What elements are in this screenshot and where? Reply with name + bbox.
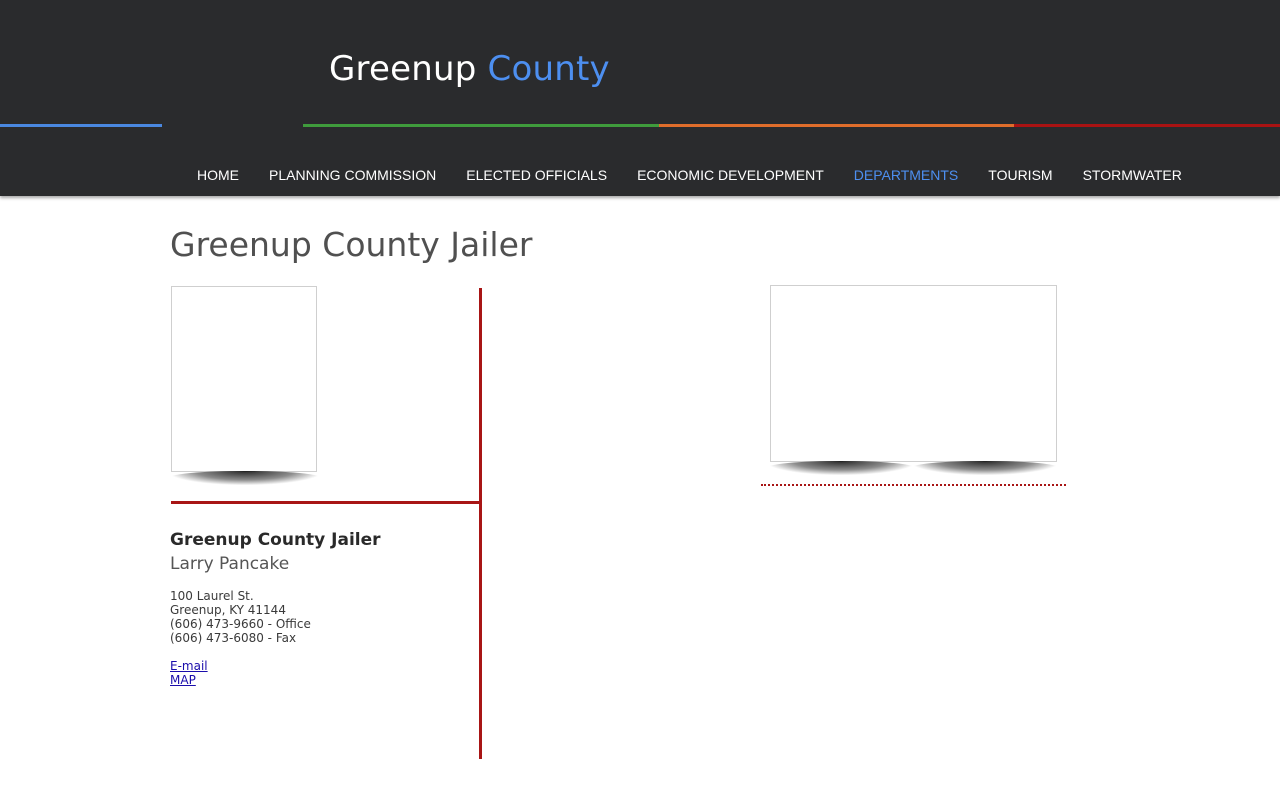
office-photo-shadow-left [766,461,916,475]
header-stripe-orange [659,124,1014,127]
page-title: Greenup County Jailer [170,225,533,264]
nav-item-economic-development[interactable]: ECONOMIC DEVELOPMENT [622,167,839,183]
map-link[interactable]: MAP [170,673,208,687]
header-stripe-red [1014,124,1280,127]
photo-shadow [168,471,322,485]
nav-item-tourism[interactable]: TOURISM [973,167,1067,183]
contact-links: E-mail MAP [170,659,208,687]
main-nav: HOME PLANNING COMMISSION ELECTED OFFICIA… [182,162,1197,188]
address-city: Greenup, KY 41144 [170,603,286,617]
contact-info: 100 Laurel St. Greenup, KY 41144 (606) 4… [170,589,311,645]
nav-item-departments[interactable]: DEPARTMENTS [839,167,974,183]
nav-item-elected-officials[interactable]: ELECTED OFFICIALS [451,167,622,183]
header-stripe-green [303,124,659,127]
site-header: Greenup County HOME PLANNING COMMISSION … [0,0,1280,196]
phone-office: (606) 473-9660 - Office [170,617,311,631]
site-title-accent[interactable]: County [488,49,610,89]
office-photo-shadow-right [910,461,1060,475]
section-divider-vertical [479,288,482,759]
address-street: 100 Laurel St. [170,589,254,603]
site-title-main[interactable]: Greenup [329,49,477,89]
office-photo [770,285,1057,462]
site-title[interactable]: Greenup County [329,46,610,92]
official-photo [171,286,317,472]
nav-item-stormwater[interactable]: STORMWATER [1068,167,1197,183]
nav-item-planning-commission[interactable]: PLANNING COMMISSION [254,167,451,183]
nav-item-home[interactable]: HOME [182,167,254,183]
email-link[interactable]: E-mail [170,659,208,673]
phone-fax: (606) 473-6080 - Fax [170,631,297,645]
dotted-divider [761,484,1066,486]
section-divider-horizontal [171,501,481,504]
header-stripe-blue [0,124,162,127]
official-name: Larry Pancake [170,554,290,574]
official-title: Greenup County Jailer [170,530,381,550]
